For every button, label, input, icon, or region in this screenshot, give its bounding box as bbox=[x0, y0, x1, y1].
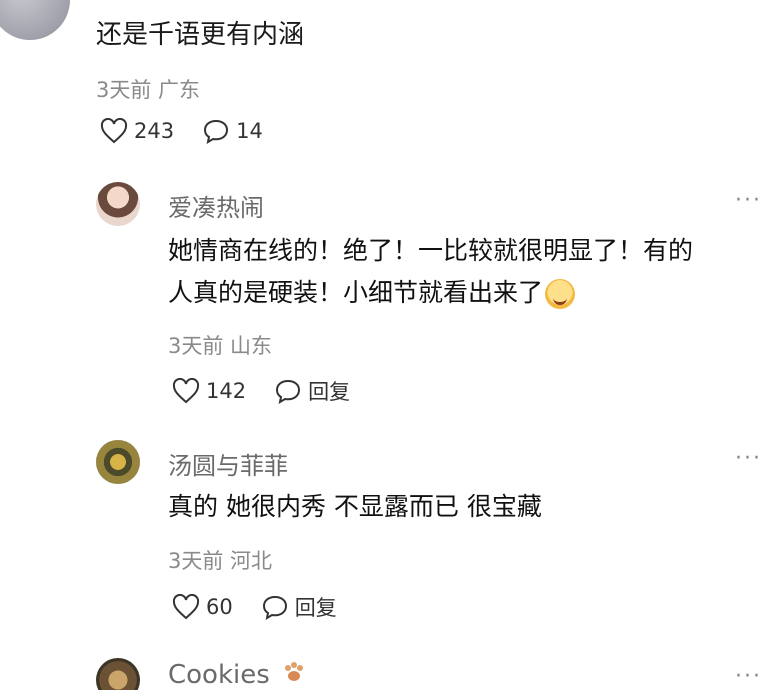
top-comment-meta: 3天前 广东 bbox=[96, 78, 201, 102]
heart-outline-icon bbox=[100, 118, 128, 144]
reply-line: 真的 她很内秀 不显露而已 很宝藏 bbox=[168, 492, 542, 521]
like-count: 60 bbox=[206, 595, 233, 619]
reply-actions: 142 回复 bbox=[172, 376, 378, 406]
reply-meta: 3天前 河北 bbox=[168, 549, 273, 573]
username[interactable]: 爱凑热闹 bbox=[168, 188, 264, 223]
like-count: 142 bbox=[206, 379, 247, 403]
top-comment-text: 还是千语更有内涵 bbox=[96, 20, 305, 50]
like-count: 243 bbox=[134, 119, 175, 143]
more-dots-icon[interactable]: ··· bbox=[735, 188, 762, 213]
comment-thread: 还是千语更有内涵 3天前 广东 243 14 爱凑热闹 ··· 她情商在线的！绝… bbox=[0, 0, 780, 690]
smiling-face-emoji bbox=[545, 279, 576, 309]
like-button[interactable]: 60 bbox=[172, 594, 233, 620]
like-button[interactable]: 142 bbox=[172, 378, 246, 404]
avatar[interactable] bbox=[96, 658, 140, 690]
top-comment-actions: 243 14 bbox=[100, 118, 291, 144]
username[interactable]: 汤圆与菲菲 bbox=[168, 446, 288, 481]
reply-count: 14 bbox=[236, 119, 263, 143]
reply-actions: 60 回复 bbox=[172, 592, 365, 622]
like-button[interactable]: 243 bbox=[100, 118, 174, 144]
speech-bubble-icon bbox=[261, 594, 289, 620]
reply-label: 回复 bbox=[308, 380, 351, 404]
reply-label: 回复 bbox=[294, 596, 337, 620]
paw-icon bbox=[282, 660, 306, 690]
avatar[interactable] bbox=[96, 440, 140, 484]
reply-line: 人真的是硬装！小细节就看出来了 bbox=[168, 278, 544, 307]
avatar[interactable] bbox=[96, 182, 140, 226]
speech-bubble-icon bbox=[274, 378, 302, 404]
username: Cookies bbox=[168, 660, 270, 690]
reply-content: 真的 她很内秀 不显露而已 很宝藏 bbox=[168, 486, 542, 528]
more-dots-icon[interactable]: ··· bbox=[735, 664, 762, 689]
reply-line-with-emoji: 人真的是硬装！小细节就看出来了 bbox=[168, 272, 693, 314]
reply-button[interactable]: 回复 bbox=[274, 376, 350, 406]
top-comment-avatar[interactable] bbox=[0, 0, 70, 40]
username-with-icon[interactable]: Cookies bbox=[168, 660, 306, 690]
heart-outline-icon bbox=[172, 378, 200, 404]
reply-button[interactable]: 回复 bbox=[261, 592, 337, 622]
heart-outline-icon bbox=[172, 594, 200, 620]
speech-bubble-icon bbox=[202, 118, 230, 144]
reply-content: 她情商在线的！绝了！一比较就很明显了！有的 人真的是硬装！小细节就看出来了 bbox=[168, 230, 693, 314]
reply-line: 她情商在线的！绝了！一比较就很明显了！有的 bbox=[168, 236, 694, 265]
reply-meta: 3天前 山东 bbox=[168, 334, 273, 358]
comment-button[interactable]: 14 bbox=[202, 118, 263, 144]
more-dots-icon[interactable]: ··· bbox=[735, 446, 762, 471]
